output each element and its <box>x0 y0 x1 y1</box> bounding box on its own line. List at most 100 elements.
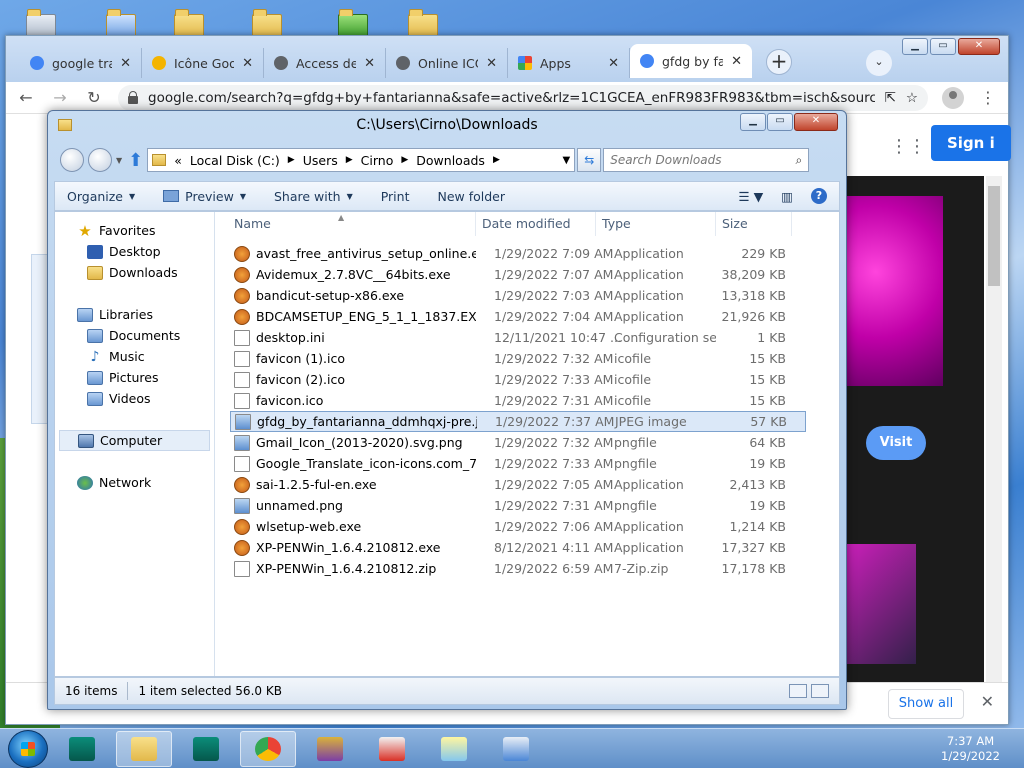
table-row[interactable]: unnamed.png 1/29/2022 7:31 AM pngfile 19 KB <box>230 495 806 516</box>
nav-libraries[interactable]: Libraries <box>55 304 214 325</box>
table-row[interactable]: Google_Translate_icon-icons.com_75723...… <box>230 453 806 474</box>
scroll-thumb[interactable] <box>988 186 1000 286</box>
breadcrumb-overflow[interactable]: « <box>174 153 182 168</box>
table-row[interactable]: sai-1.2.5-ful-en.exe 1/29/2022 7:05 AM App… <box>230 474 806 495</box>
preview-image[interactable] <box>831 196 943 386</box>
tab-gfdg-active[interactable]: gfdg by fan ✕ <box>630 44 752 78</box>
close-window-button[interactable]: ✕ <box>958 38 1000 55</box>
maximize-button[interactable]: ▭ <box>767 113 793 131</box>
table-row[interactable]: BDCAMSETUP_ENG_5_1_1_1837.EXE 1/29/2022 7… <box>230 306 806 327</box>
tab-access-denied[interactable]: Access den ✕ <box>264 48 386 78</box>
refresh-icon[interactable]: ⇆ <box>577 148 602 172</box>
table-row[interactable]: XP-PENWin_1.6.4.210812.exe 8/12/2021 4:11… <box>230 537 806 558</box>
page-scrollbar[interactable] <box>986 176 1002 724</box>
nav-desktop[interactable]: Desktop <box>55 241 214 262</box>
chevron-right-icon[interactable]: ▶ <box>288 155 295 165</box>
tab-icone-google[interactable]: Icône Goog ✕ <box>142 48 264 78</box>
table-row[interactable]: bandicut-setup-x86.exe 1/29/2022 7:03 AM A… <box>230 285 806 306</box>
recycle-bin-icon[interactable] <box>20 0 64 38</box>
back-button[interactable] <box>60 148 84 172</box>
table-row[interactable]: XP-PENWin_1.6.4.210812.zip 1/29/2022 6:59… <box>230 558 806 579</box>
nav-network[interactable]: Network <box>55 472 214 493</box>
preview-button[interactable]: Preview ▼ <box>163 189 246 204</box>
organize-button[interactable]: Organize ▼ <box>67 189 135 204</box>
desktop-shortcut-icon[interactable] <box>100 0 144 38</box>
taskbar-app-credit-agricole[interactable] <box>54 731 110 767</box>
taskbar-app-credit-agricole-2[interactable] <box>178 731 234 767</box>
close-icon[interactable]: ✕ <box>486 56 497 71</box>
large-icons-view-icon[interactable] <box>811 684 829 698</box>
taskbar-app-chrome[interactable] <box>240 730 296 767</box>
table-row[interactable]: wlsetup-web.exe 1/29/2022 7:06 AM Applicat… <box>230 516 806 537</box>
help-icon[interactable]: ? <box>811 188 827 204</box>
taskbar-app-gmail[interactable] <box>364 731 420 767</box>
nav-favorites[interactable]: ★ Favorites <box>55 220 214 241</box>
details-view-icon[interactable] <box>789 684 807 698</box>
search-icon[interactable]: ⌕ <box>796 153 803 168</box>
bookmark-star-icon[interactable]: ☆ <box>906 90 918 106</box>
change-view-icon[interactable]: ☰ ▼ <box>738 189 763 204</box>
show-all-button[interactable]: Show all <box>888 689 964 719</box>
table-row[interactable]: Avidemux_2.7.8VC__64bits.exe 1/29/2022 7:… <box>230 264 806 285</box>
related-image[interactable] <box>836 544 916 664</box>
visit-button[interactable]: Visit <box>866 426 926 460</box>
forward-button[interactable] <box>88 148 112 172</box>
maximize-button[interactable]: ▭ <box>930 38 956 55</box>
table-row[interactable]: favicon.ico 1/29/2022 7:31 AM icofile 15 KB <box>230 390 806 411</box>
minimize-button[interactable]: ▁ <box>740 113 766 131</box>
reload-icon[interactable]: ↻ <box>84 88 104 107</box>
taskbar-app-sticky[interactable] <box>426 731 482 767</box>
tab-google-translate[interactable]: google tran ✕ <box>20 48 142 78</box>
table-row[interactable]: gfdg_by_fantarianna_ddmhqxj-pre.jpg 1/29/… <box>230 411 806 432</box>
new-folder-button[interactable]: New folder <box>437 189 505 204</box>
desktop-folder-icon[interactable] <box>246 0 290 38</box>
nav-computer[interactable]: Computer <box>59 430 210 451</box>
nav-downloads[interactable]: Downloads <box>55 262 214 283</box>
share-icon[interactable]: ⇱ <box>885 90 896 106</box>
close-icon[interactable]: ✕ <box>731 54 742 69</box>
preview-pane-icon[interactable]: ▥ <box>781 189 793 204</box>
breadcrumb-item-local-disk[interactable]: Local Disk (C:) <box>190 153 280 168</box>
close-icon[interactable]: ✕ <box>608 56 619 71</box>
close-icon[interactable]: ✕ <box>242 56 253 71</box>
start-button[interactable] <box>8 729 48 768</box>
address-bar[interactable]: google.com/search?q=gfdg+by+fantarianna&… <box>118 84 928 111</box>
table-row[interactable]: favicon (1).ico 1/29/2022 7:32 AM icofile 1… <box>230 348 806 369</box>
new-tab-button[interactable]: + <box>766 49 792 75</box>
up-arrow-icon[interactable]: ⬆ <box>128 150 143 171</box>
share-with-button[interactable]: Share with ▼ <box>274 189 353 204</box>
close-icon[interactable]: ✕ <box>364 56 375 71</box>
nav-music[interactable]: ♪ Music <box>55 346 214 367</box>
table-row[interactable]: desktop.ini 12/11/2021 10:47 ... Configura… <box>230 327 806 348</box>
nav-documents[interactable]: Documents <box>55 325 214 346</box>
nav-pictures[interactable]: Pictures <box>55 367 214 388</box>
chevron-right-icon[interactable]: ▶ <box>401 155 408 165</box>
tab-search-chevron-icon[interactable]: ⌄ <box>866 50 892 76</box>
column-header-type[interactable]: Type <box>596 212 716 236</box>
table-row[interactable]: Gmail_Icon_(2013-2020).svg.png 1/29/2022 … <box>230 432 806 453</box>
nav-videos[interactable]: Videos <box>55 388 214 409</box>
close-window-button[interactable]: ✕ <box>794 113 838 131</box>
print-button[interactable]: Print <box>381 189 410 204</box>
taskbar-app-translate[interactable] <box>488 731 544 767</box>
column-header-size[interactable]: Size <box>716 212 792 236</box>
table-row[interactable]: favicon (2).ico 1/29/2022 7:33 AM icofile 1… <box>230 369 806 390</box>
breadcrumb-item-downloads[interactable]: Downloads <box>416 153 485 168</box>
recent-pages-chevron-icon[interactable]: ▼ <box>116 156 122 165</box>
tab-online-ico[interactable]: Online ICO ✕ <box>386 48 508 78</box>
chevron-right-icon[interactable]: ▶ <box>346 155 353 165</box>
breadcrumb-item-users[interactable]: Users <box>303 153 338 168</box>
system-clock[interactable]: 7:37 AM 1/29/2022 <box>941 734 1000 764</box>
column-header-date[interactable]: Date modified <box>476 212 596 236</box>
desktop-folder-icon[interactable] <box>168 0 212 38</box>
back-arrow-icon[interactable]: ← <box>16 88 36 107</box>
sign-in-button[interactable]: Sign i <box>931 125 1011 161</box>
chevron-right-icon[interactable]: ▶ <box>493 155 500 165</box>
search-input[interactable]: Search Downloads ⌕ <box>603 148 810 172</box>
breadcrumb-item-cirno[interactable]: Cirno <box>361 153 394 168</box>
forward-arrow-icon[interactable]: → <box>50 88 70 107</box>
desktop-app-icon[interactable] <box>332 0 376 38</box>
table-row[interactable]: avast_free_antivirus_setup_online.exe 1/2… <box>230 243 806 264</box>
column-header-name[interactable]: Name ▲ <box>216 212 476 236</box>
minimize-button[interactable]: ▁ <box>902 38 928 55</box>
